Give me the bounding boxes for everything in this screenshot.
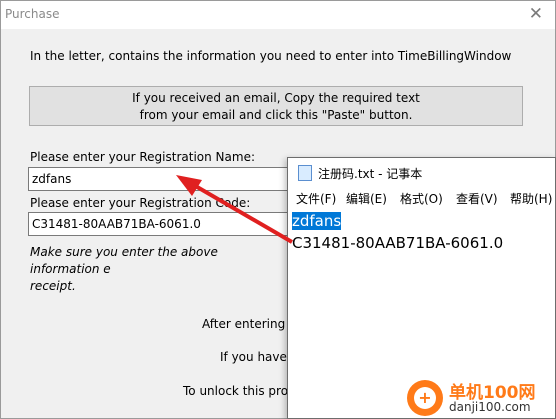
arrow-shaft <box>190 182 294 244</box>
arrow-head <box>176 175 202 196</box>
watermark-url: danji100.com <box>449 400 531 414</box>
watermark-logo-icon: + <box>407 380 443 416</box>
red-arrow-annotation <box>176 175 294 244</box>
